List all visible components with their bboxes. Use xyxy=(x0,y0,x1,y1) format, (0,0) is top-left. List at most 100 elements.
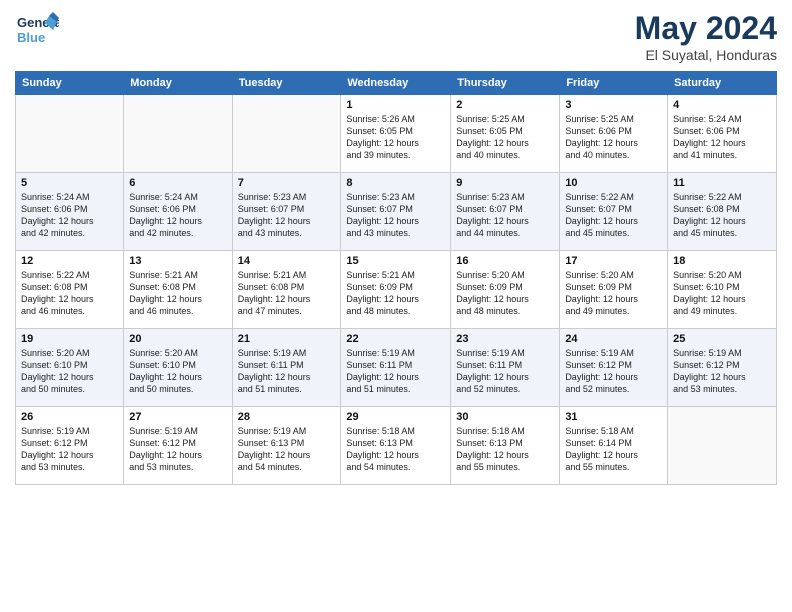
day-info: Sunrise: 5:21 AM Sunset: 6:08 PM Dayligh… xyxy=(238,269,336,318)
day-info: Sunrise: 5:20 AM Sunset: 6:10 PM Dayligh… xyxy=(673,269,771,318)
location-title: El Suyatal, Honduras xyxy=(635,47,777,63)
calendar-page: General Blue May 2024 El Suyatal, Hondur… xyxy=(0,0,792,612)
calendar-cell: 26 Sunrise: 5:19 AM Sunset: 6:12 PM Dayli… xyxy=(16,407,124,485)
day-info: Sunrise: 5:19 AM Sunset: 6:11 PM Dayligh… xyxy=(346,347,445,396)
day-number: 4 xyxy=(673,99,771,111)
week-row-4: 19 Sunrise: 5:20 AM Sunset: 6:10 PM Dayli… xyxy=(16,329,777,407)
calendar-cell: 11 Sunrise: 5:22 AM Sunset: 6:08 PM Dayli… xyxy=(668,173,777,251)
calendar-cell: 3 Sunrise: 5:25 AM Sunset: 6:06 PM Daylig… xyxy=(560,95,668,173)
calendar-cell: 2 Sunrise: 5:25 AM Sunset: 6:05 PM Daylig… xyxy=(451,95,560,173)
day-number: 2 xyxy=(456,99,554,111)
day-info: Sunrise: 5:21 AM Sunset: 6:09 PM Dayligh… xyxy=(346,269,445,318)
day-number: 8 xyxy=(346,177,445,189)
day-info: Sunrise: 5:19 AM Sunset: 6:12 PM Dayligh… xyxy=(129,425,226,474)
calendar-cell: 6Sunrise: 5:24 AM Sunset: 6:06 PM Daylig… xyxy=(124,173,232,251)
header-wednesday: Wednesday xyxy=(341,72,451,95)
calendar-cell: 21 Sunrise: 5:19 AM Sunset: 6:11 PM Dayli… xyxy=(232,329,341,407)
calendar-cell: 30Sunrise: 5:18 AM Sunset: 6:13 PM Dayli… xyxy=(451,407,560,485)
calendar-cell: 4Sunrise: 5:24 AM Sunset: 6:06 PM Daylig… xyxy=(668,95,777,173)
header-sunday: Sunday xyxy=(16,72,124,95)
day-info: Sunrise: 5:19 AM Sunset: 6:11 PM Dayligh… xyxy=(238,347,336,396)
week-row-2: 5 Sunrise: 5:24 AM Sunset: 6:06 PM Daylig… xyxy=(16,173,777,251)
day-number: 23 xyxy=(456,333,554,345)
day-number: 5 xyxy=(21,177,118,189)
day-number: 1 xyxy=(346,99,445,111)
calendar-cell: 28 Sunrise: 5:19 AM Sunset: 6:13 PM Dayli… xyxy=(232,407,341,485)
day-number: 12 xyxy=(21,255,118,267)
calendar-cell: 13 Sunrise: 5:21 AM Sunset: 6:08 PM Dayli… xyxy=(124,251,232,329)
day-number: 19 xyxy=(21,333,118,345)
calendar-cell: 25 Sunrise: 5:19 AM Sunset: 6:12 PM Dayli… xyxy=(668,329,777,407)
day-info: Sunrise: 5:24 AM Sunset: 6:06 PM Dayligh… xyxy=(21,191,118,240)
day-info: Sunrise: 5:18 AM Sunset: 6:14 PM Dayligh… xyxy=(565,425,662,474)
calendar-cell: 9 Sunrise: 5:23 AM Sunset: 6:07 PM Daylig… xyxy=(451,173,560,251)
calendar-cell: 18 Sunrise: 5:20 AM Sunset: 6:10 PM Dayli… xyxy=(668,251,777,329)
day-info: Sunrise: 5:19 AM Sunset: 6:12 PM Dayligh… xyxy=(565,347,662,396)
day-number: 9 xyxy=(456,177,554,189)
calendar-cell xyxy=(16,95,124,173)
calendar-cell: 7 Sunrise: 5:23 AM Sunset: 6:07 PM Daylig… xyxy=(232,173,341,251)
day-number: 25 xyxy=(673,333,771,345)
header: General Blue May 2024 El Suyatal, Hondur… xyxy=(15,10,777,63)
calendar-cell xyxy=(668,407,777,485)
day-number: 17 xyxy=(565,255,662,267)
week-row-1: 1Sunrise: 5:26 AM Sunset: 6:05 PM Daylig… xyxy=(16,95,777,173)
day-number: 3 xyxy=(565,99,662,111)
day-number: 20 xyxy=(129,333,226,345)
day-info: Sunrise: 5:20 AM Sunset: 6:09 PM Dayligh… xyxy=(565,269,662,318)
calendar-cell: 8 Sunrise: 5:23 AM Sunset: 6:07 PM Daylig… xyxy=(341,173,451,251)
calendar-cell: 20 Sunrise: 5:20 AM Sunset: 6:10 PM Dayli… xyxy=(124,329,232,407)
day-info: Sunrise: 5:22 AM Sunset: 6:08 PM Dayligh… xyxy=(21,269,118,318)
calendar-cell: 24Sunrise: 5:19 AM Sunset: 6:12 PM Dayli… xyxy=(560,329,668,407)
calendar-table: SundayMondayTuesdayWednesdayThursdayFrid… xyxy=(15,71,777,485)
day-number: 28 xyxy=(238,411,336,423)
calendar-cell: 19Sunrise: 5:20 AM Sunset: 6:10 PM Dayli… xyxy=(16,329,124,407)
day-number: 26 xyxy=(21,411,118,423)
day-info: Sunrise: 5:18 AM Sunset: 6:13 PM Dayligh… xyxy=(346,425,445,474)
day-number: 31 xyxy=(565,411,662,423)
day-info: Sunrise: 5:25 AM Sunset: 6:05 PM Dayligh… xyxy=(456,113,554,162)
calendar-cell: 22 Sunrise: 5:19 AM Sunset: 6:11 PM Dayli… xyxy=(341,329,451,407)
day-number: 30 xyxy=(456,411,554,423)
calendar-cell: 16Sunrise: 5:20 AM Sunset: 6:09 PM Dayli… xyxy=(451,251,560,329)
day-info: Sunrise: 5:25 AM Sunset: 6:06 PM Dayligh… xyxy=(565,113,662,162)
day-number: 27 xyxy=(129,411,226,423)
calendar-cell xyxy=(232,95,341,173)
day-number: 10 xyxy=(565,177,662,189)
day-info: Sunrise: 5:19 AM Sunset: 6:13 PM Dayligh… xyxy=(238,425,336,474)
day-info: Sunrise: 5:22 AM Sunset: 6:08 PM Dayligh… xyxy=(673,191,771,240)
day-number: 18 xyxy=(673,255,771,267)
day-number: 14 xyxy=(238,255,336,267)
calendar-cell: 15 Sunrise: 5:21 AM Sunset: 6:09 PM Dayli… xyxy=(341,251,451,329)
logo-svg: General Blue xyxy=(15,10,59,54)
calendar-cell: 10 Sunrise: 5:22 AM Sunset: 6:07 PM Dayli… xyxy=(560,173,668,251)
calendar-cell: 17 Sunrise: 5:20 AM Sunset: 6:09 PM Dayli… xyxy=(560,251,668,329)
day-info: Sunrise: 5:23 AM Sunset: 6:07 PM Dayligh… xyxy=(238,191,336,240)
day-number: 11 xyxy=(673,177,771,189)
day-info: Sunrise: 5:20 AM Sunset: 6:10 PM Dayligh… xyxy=(129,347,226,396)
day-info: Sunrise: 5:20 AM Sunset: 6:09 PM Dayligh… xyxy=(456,269,554,318)
day-number: 22 xyxy=(346,333,445,345)
calendar-cell xyxy=(124,95,232,173)
header-friday: Friday xyxy=(560,72,668,95)
svg-text:Blue: Blue xyxy=(17,30,45,45)
day-number: 7 xyxy=(238,177,336,189)
calendar-cell: 23 Sunrise: 5:19 AM Sunset: 6:11 PM Dayli… xyxy=(451,329,560,407)
header-tuesday: Tuesday xyxy=(232,72,341,95)
day-info: Sunrise: 5:21 AM Sunset: 6:08 PM Dayligh… xyxy=(129,269,226,318)
logo: General Blue xyxy=(15,10,59,54)
day-info: Sunrise: 5:19 AM Sunset: 6:11 PM Dayligh… xyxy=(456,347,554,396)
day-info: Sunrise: 5:23 AM Sunset: 6:07 PM Dayligh… xyxy=(456,191,554,240)
week-row-3: 12 Sunrise: 5:22 AM Sunset: 6:08 PM Dayli… xyxy=(16,251,777,329)
day-info: Sunrise: 5:22 AM Sunset: 6:07 PM Dayligh… xyxy=(565,191,662,240)
day-info: Sunrise: 5:19 AM Sunset: 6:12 PM Dayligh… xyxy=(21,425,118,474)
calendar-cell: 5 Sunrise: 5:24 AM Sunset: 6:06 PM Daylig… xyxy=(16,173,124,251)
day-info: Sunrise: 5:19 AM Sunset: 6:12 PM Dayligh… xyxy=(673,347,771,396)
day-number: 6 xyxy=(129,177,226,189)
day-info: Sunrise: 5:23 AM Sunset: 6:07 PM Dayligh… xyxy=(346,191,445,240)
day-number: 13 xyxy=(129,255,226,267)
day-number: 15 xyxy=(346,255,445,267)
day-number: 21 xyxy=(238,333,336,345)
header-monday: Monday xyxy=(124,72,232,95)
calendar-cell: 1Sunrise: 5:26 AM Sunset: 6:05 PM Daylig… xyxy=(341,95,451,173)
